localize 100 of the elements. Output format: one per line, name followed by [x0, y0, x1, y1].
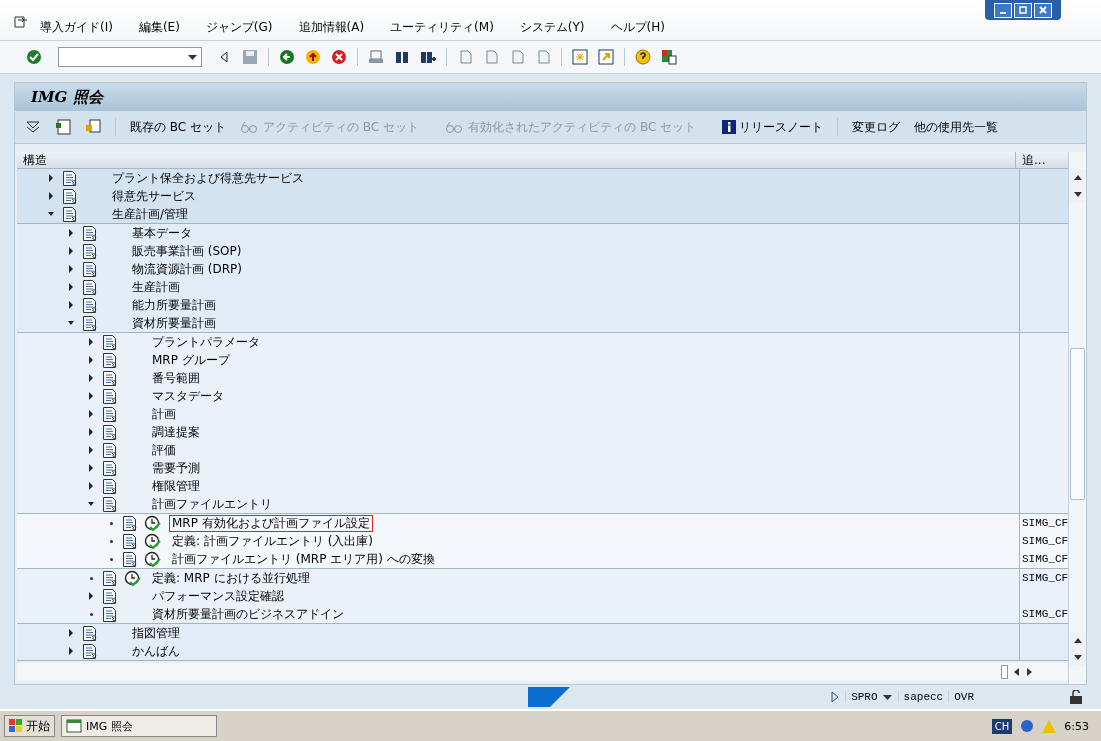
scroll-right-icon[interactable] [1026, 668, 1032, 676]
tree-node-label[interactable]: 計画ファイルエントリ [149, 495, 275, 513]
bullet-icon [89, 576, 93, 580]
menu-item[interactable]: 追加情報(A) [298, 19, 365, 36]
menu-item[interactable]: ヘルプ(H) [610, 19, 665, 36]
print-icon[interactable] [368, 49, 384, 65]
back-icon[interactable] [279, 49, 295, 65]
scroll-thumb[interactable] [1001, 665, 1008, 679]
menu-item[interactable]: ユーティリティ(M) [390, 19, 494, 36]
tree-node-label[interactable]: 計画ファイルエントリ (MRP エリア用) への変換 [169, 550, 438, 568]
expand-arrow-icon[interactable] [88, 428, 94, 436]
expand-arrow-icon[interactable] [68, 265, 74, 273]
tree-node-label[interactable]: マスタデータ [149, 387, 227, 405]
menu-item[interactable]: システム(Y) [519, 19, 585, 36]
vertical-scrollbar[interactable] [1068, 152, 1086, 684]
menu-icon[interactable] [14, 16, 28, 28]
tree-node-label[interactable]: パフォーマンス設定確認 [149, 587, 287, 605]
expand-arrow-icon[interactable] [88, 482, 94, 490]
expand-arrow-icon[interactable] [48, 192, 54, 200]
close-icon [1039, 6, 1047, 14]
toolbar-button[interactable]: 既存の BC セット [128, 118, 229, 136]
expand-arrow-icon[interactable] [88, 374, 94, 382]
expand-arrow-icon[interactable] [88, 356, 94, 364]
taskbar-window-button[interactable]: IMG 照会 [61, 715, 217, 737]
collapse-arrow-icon[interactable] [68, 319, 74, 327]
cancel-icon[interactable] [331, 49, 347, 65]
dropdown-icon[interactable] [882, 694, 892, 700]
collapse-arrow-icon[interactable] [88, 500, 94, 508]
collapse-arrow-icon[interactable] [48, 210, 54, 218]
scroll-up-button[interactable] [1069, 169, 1086, 186]
menu-item[interactable]: 編集(E) [138, 19, 180, 36]
expand-arrow-icon[interactable] [88, 464, 94, 472]
expand-arrow-icon[interactable] [68, 247, 74, 255]
tree-node-label[interactable]: 指図管理 [129, 624, 183, 642]
expand-arrow-icon[interactable] [68, 629, 74, 637]
tree-node-label[interactable]: 計画 [149, 405, 179, 423]
tree-node-label[interactable]: 番号範囲 [149, 369, 203, 387]
expand-arrow-icon[interactable] [48, 174, 54, 182]
toolbar-button[interactable]: リリースノート [720, 118, 826, 136]
dropdown-icon[interactable] [188, 54, 197, 60]
tree-node-label[interactable]: 基本データ [129, 224, 195, 242]
tree-node-label[interactable]: 定義: MRP における並行処理 [149, 569, 313, 587]
expand-arrow-icon[interactable] [68, 229, 74, 237]
tree-node-label[interactable]: 得意先サービス [109, 187, 199, 205]
tree-node-label[interactable]: 販売事業計画 (SOP) [129, 242, 245, 260]
enter-icon[interactable] [26, 49, 42, 65]
start-button[interactable]: 开始 [4, 715, 55, 737]
scroll-down-arrow-icon [1073, 655, 1082, 660]
scroll-down-button[interactable] [1069, 186, 1086, 203]
tech-name-cell: SIMG_CF [1022, 535, 1068, 547]
tree-node-label[interactable]: プラントパラメータ [149, 333, 263, 351]
expand-arrow-icon[interactable] [88, 392, 94, 400]
expand-arrow-icon[interactable] [88, 446, 94, 454]
scroll-down-button[interactable] [1069, 649, 1086, 666]
tree-node-label[interactable]: 需要予測 [149, 459, 203, 477]
close-button[interactable] [1034, 2, 1052, 18]
scroll-thumb[interactable] [1070, 348, 1085, 500]
back-triangle-icon[interactable] [220, 51, 228, 63]
toolbar-button[interactable]: 他の使用先一覧 [912, 118, 1001, 136]
expand-arrow-icon[interactable] [68, 283, 74, 291]
tree-node-label[interactable]: 定義: 計画ファイルエントリ (入出庫) [169, 532, 377, 550]
layout-icon[interactable] [661, 49, 677, 65]
tree-node-label[interactable]: かんばん [129, 642, 183, 660]
maximize-icon [1019, 6, 1027, 14]
tree-node-label[interactable]: 権限管理 [149, 477, 203, 495]
tech-name-cell: SIMG_CF [1022, 517, 1068, 529]
tree-node-label[interactable]: 調達提案 [149, 423, 203, 441]
scroll-up-button[interactable] [1069, 632, 1086, 649]
scroll-left-icon[interactable] [1014, 668, 1020, 676]
tree-node-label[interactable]: プラント保全および得意先サービス [109, 169, 307, 187]
language-indicator[interactable]: CH [991, 718, 1013, 734]
tree-node-label[interactable]: 資材所要量計画のビジネスアドイン [149, 605, 347, 623]
command-field[interactable] [58, 47, 202, 67]
filter-icon[interactable] [26, 121, 40, 133]
shortcut-icon[interactable] [598, 49, 614, 65]
expand-arrow-icon[interactable] [88, 338, 94, 346]
expand-arrow-icon[interactable] [88, 410, 94, 418]
document-icon [81, 242, 99, 260]
bullet-icon [109, 557, 113, 561]
expand-arrow-icon[interactable] [68, 647, 74, 655]
expand-arrow-icon[interactable] [68, 301, 74, 309]
tree-node-label[interactable]: 生産計画 [129, 278, 183, 296]
minimize-button[interactable] [994, 2, 1012, 18]
tree-node-label[interactable]: 生産計画/管理 [109, 205, 192, 223]
tree-node-label[interactable]: 評価 [149, 441, 179, 459]
menu-item[interactable]: ジャンプ(G) [205, 19, 273, 36]
new-session-icon[interactable] [572, 49, 588, 65]
tree-node-label[interactable]: 資材所要量計画 [129, 314, 219, 332]
tree-node-label[interactable]: 物流資源計画 (DRP) [129, 260, 245, 278]
tree-node-label[interactable]: MRP グループ [149, 351, 233, 369]
tree-node-label[interactable]: 能力所要量計画 [129, 296, 219, 314]
help-icon[interactable] [635, 49, 651, 65]
maximize-button[interactable] [1014, 2, 1032, 18]
toolbar-button[interactable]: 変更ログ [850, 118, 903, 136]
status-toggle-icon[interactable] [831, 691, 840, 703]
help-tray-icon[interactable] [1020, 719, 1035, 733]
menu-item[interactable]: 導入ガイド(I) [40, 19, 113, 36]
expand-arrow-icon[interactable] [88, 592, 94, 600]
tree-node-label[interactable]: MRP 有効化および計画ファイル設定 [169, 514, 373, 532]
document-icon [81, 642, 99, 660]
